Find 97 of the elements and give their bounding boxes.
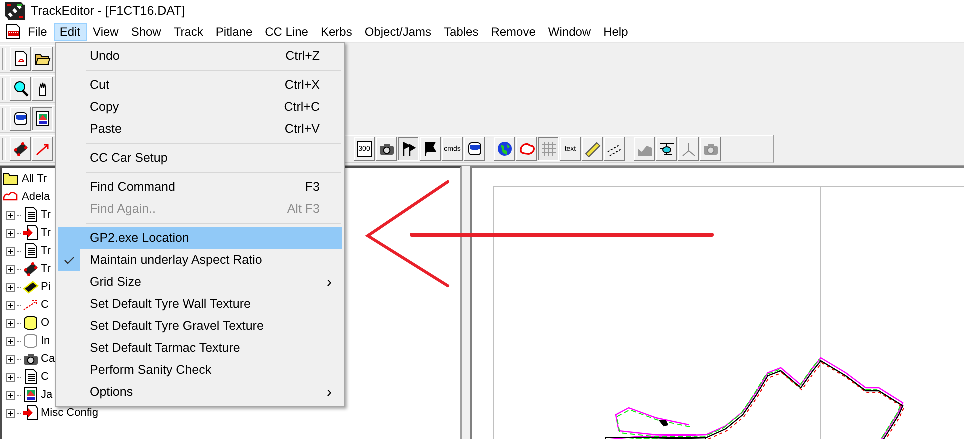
tree-item[interactable]: Tr [41, 209, 51, 221]
menu-item[interactable]: Window [542, 23, 598, 41]
track-icon [518, 141, 534, 157]
plus-icon [7, 248, 14, 254]
search-icon [12, 81, 28, 97]
menu-item[interactable]: CC Car Setup [58, 147, 342, 169]
menu-item[interactable]: Object/Jams [358, 23, 438, 41]
tree-item[interactable]: Misc Config [41, 407, 98, 419]
menu-item[interactable]: CC Line [259, 23, 314, 41]
menu-item[interactable]: Help [598, 23, 634, 41]
image-icon [34, 111, 50, 127]
tree-item[interactable]: In [41, 335, 50, 347]
expand-toggle[interactable] [6, 390, 15, 400]
plus-icon [7, 302, 14, 308]
car-icon [12, 141, 28, 157]
expand-toggle[interactable] [6, 264, 15, 274]
expand-toggle[interactable] [6, 246, 15, 256]
toolbar-button[interactable] [32, 107, 53, 131]
grid-icon [540, 141, 556, 157]
tree-item[interactable]: Pi [41, 281, 51, 293]
menu-item[interactable]: Pitlane [210, 23, 259, 41]
car-icon [23, 261, 39, 277]
folder-icon [3, 171, 19, 187]
tree-item[interactable]: Ca [41, 353, 56, 365]
tree-item[interactable]: Tr [41, 227, 51, 239]
tree-item[interactable]: Ja [41, 389, 53, 401]
expand-toggle[interactable] [6, 228, 15, 238]
plus-icon [7, 266, 14, 272]
menu-item[interactable]: Options › [58, 381, 342, 403]
plus-icon [7, 320, 14, 326]
menu-item[interactable]: Paste Ctrl+V [58, 118, 342, 140]
helicopter-icon [658, 141, 674, 157]
document-icon [12, 51, 28, 67]
plus-icon [7, 356, 14, 362]
menu-item[interactable]: Edit [54, 23, 87, 41]
tree-item[interactable]: C [41, 299, 49, 311]
expand-toggle[interactable] [6, 282, 15, 292]
check-icon [64, 256, 74, 264]
cylinder-icon [23, 333, 39, 349]
ruler-icon [584, 141, 600, 157]
window-title: TrackEditor - [F1CT16.DAT] [31, 4, 186, 18]
menu-item[interactable]: Maintain underlay Aspect Ratio [58, 249, 342, 271]
document-icon [23, 243, 39, 259]
plus-icon [7, 338, 14, 344]
tree-item[interactable]: Tr [41, 263, 51, 275]
plus-icon [7, 374, 14, 380]
flag-icon [422, 141, 438, 157]
plus-icon [7, 230, 14, 236]
menu-item[interactable]: Copy Ctrl+C [58, 96, 342, 118]
tree-item[interactable]: Tr [41, 245, 51, 257]
menu-item[interactable]: Kerbs [314, 23, 358, 41]
cylinder-icon [23, 315, 39, 331]
document-icon [23, 207, 39, 223]
axes-icon [680, 141, 696, 157]
expand-toggle[interactable] [6, 354, 15, 364]
menu-item[interactable]: Cut Ctrl+X [58, 74, 342, 96]
menu-item[interactable]: Set Default Tyre Gravel Texture [58, 315, 342, 337]
plus-icon [7, 284, 14, 290]
camera-icon [378, 141, 394, 157]
image-icon [23, 387, 39, 403]
menu-item[interactable]: Set Default Tyre Wall Texture [58, 293, 342, 315]
menu-item[interactable]: File [22, 23, 54, 41]
globe-icon [496, 141, 512, 157]
camera-icon [23, 351, 39, 367]
tree-item[interactable]: Adela [22, 191, 50, 203]
menu-item[interactable]: Grid Size › [58, 271, 342, 293]
camera-icon [702, 141, 718, 157]
cylinder-icon [466, 141, 482, 157]
expand-toggle[interactable] [6, 372, 15, 382]
menu-item[interactable]: Tables [438, 23, 485, 41]
cylinder-icon [12, 111, 28, 127]
plus-icon [7, 212, 14, 218]
menu-item[interactable]: Remove [485, 23, 542, 41]
menu-item[interactable]: Undo Ctrl+Z [58, 45, 342, 67]
menu-item[interactable]: GP2.exe Location [58, 227, 342, 249]
tree-item[interactable]: O [41, 317, 50, 329]
flags-icon [400, 141, 416, 157]
toolbar-button[interactable] [398, 137, 419, 161]
chip-icon [23, 279, 39, 295]
expand-toggle[interactable] [6, 318, 15, 328]
expand-toggle[interactable] [6, 300, 15, 310]
tree-item[interactable]: All Tr [22, 173, 48, 185]
menu-item[interactable]: Track [168, 23, 210, 41]
document-icon [23, 225, 39, 241]
tree-item[interactable]: C [41, 371, 49, 383]
expand-toggle[interactable] [6, 336, 15, 346]
document-icon [23, 405, 39, 421]
menu-item[interactable]: Set Default Tarmac Texture [58, 337, 342, 359]
menu-item[interactable]: Perform Sanity Check [58, 359, 342, 381]
menu-item[interactable]: View [87, 23, 125, 41]
plus-icon [7, 392, 14, 398]
plus-icon [7, 410, 14, 416]
expand-toggle[interactable] [6, 408, 15, 418]
menu-item[interactable]: Find Command F3 [58, 176, 342, 198]
document-icon [23, 369, 39, 385]
expand-toggle[interactable] [6, 210, 15, 220]
menu-item[interactable]: Show [125, 23, 168, 41]
